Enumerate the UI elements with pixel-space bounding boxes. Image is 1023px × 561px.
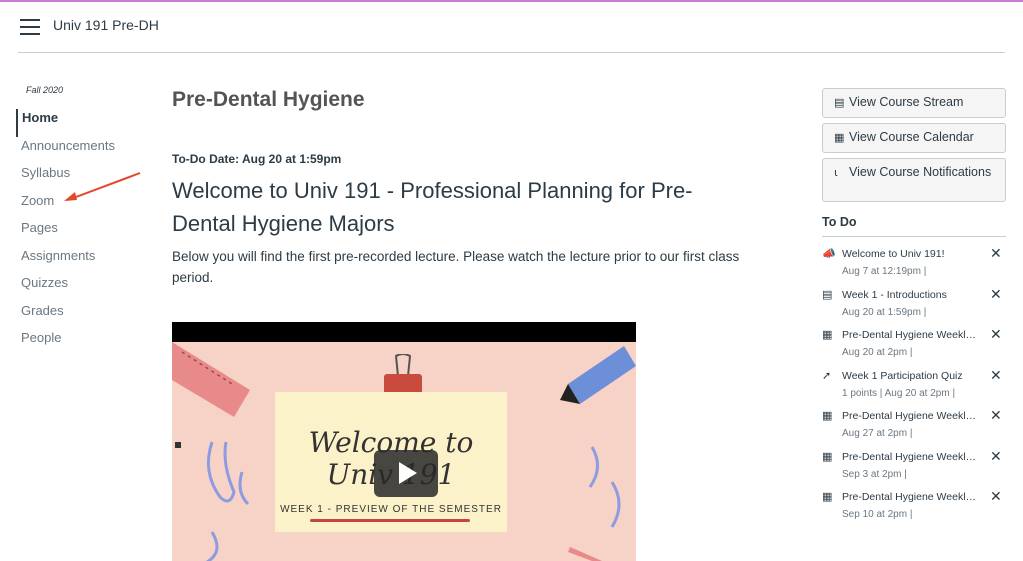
nav-item-announcements[interactable]: Announcements [16,137,146,165]
dismiss-icon[interactable]: ✕ [990,367,1002,384]
dismiss-icon[interactable]: ✕ [990,488,1002,505]
todo-title[interactable]: Pre-Dental Hygiene Weekly Reflection [842,410,979,422]
nav-item-people[interactable]: People [16,329,146,357]
dismiss-icon[interactable]: ✕ [990,448,1002,465]
dismiss-icon[interactable]: ✕ [990,407,1002,424]
nav-item-quizzes[interactable]: Quizzes [16,274,146,302]
calendar-icon: ▦ [834,132,845,144]
view-course-notifications-label: View Course Notifications [849,165,992,179]
dismiss-icon[interactable]: ✕ [990,245,1002,262]
view-course-calendar-label: View Course Calendar [849,130,974,144]
todo-meta: Aug 27 at 2pm | [842,428,913,439]
term-label: Fall 2020 [26,85,64,95]
video-topbar [172,322,636,342]
todo-title[interactable]: Welcome to Univ 191! [842,248,979,260]
quiz-icon: ➚ [822,369,832,382]
todo-meta: Sep 3 at 2pm | [842,468,907,480]
video-subtitle: WEEK 1 - PREVIEW OF THE SEMESTER [280,504,502,515]
announcement-icon: 📣 [822,248,836,260]
note-underline [310,519,470,522]
lecture-video[interactable]: Welcome to Univ 191 WEEK 1 - PREVIEW OF … [172,322,636,561]
todo-title[interactable]: Week 1 - Introductions [842,289,979,301]
todo-meta: Aug 20 at 2pm | [842,347,913,358]
course-navigation: Fall 2020 Home Announcements Syllabus Zo… [16,85,146,357]
right-sidebar: ▤ View Course Stream ▦ View Course Calenda… [822,88,1006,527]
page-icon: ▤ [822,288,833,301]
todo-meta: 1 points | Aug 20 at 2pm | [842,387,956,399]
annotation-arrow-icon [64,172,141,201]
view-course-calendar-button[interactable]: ▦ View Course Calendar [822,123,1006,153]
todo-item: ▦ Pre-Dental Hygiene Weekly Reflection S… [822,486,1006,527]
todo-title[interactable]: Pre-Dental Hygiene Weekly Reflection [842,329,979,341]
assignment-icon: ▦ [822,410,833,422]
todo-item: ▦ Pre-Dental Hygiene Weekly Reflection S… [822,446,1006,487]
view-course-stream-button[interactable]: ▤ View Course Stream [822,88,1006,118]
todo-meta: Sep 10 at 2pm | [842,509,913,520]
view-course-stream-label: View Course Stream [849,95,964,109]
todo-title[interactable]: Pre-Dental Hygiene Weekly Reflection [842,491,979,503]
todo-item: ▦ Pre-Dental Hygiene Weekly Reflection A… [822,405,1006,446]
nav-item-home[interactable]: Home [16,109,146,137]
todo-item: ▦ Pre-Dental Hygiene Weekly Reflection A… [822,324,1006,365]
todo-item: 📣 Welcome to Univ 191! Aug 7 at 12:19pm … [822,243,1006,284]
nav-item-assignments[interactable]: Assignments [16,247,146,275]
todo-meta: Aug 7 at 12:19pm | [842,266,927,277]
todo-date: To-Do Date: Aug 20 at 1:59pm [172,152,342,166]
course-header: Univ 191 Pre-DH [0,2,1023,52]
bell-icon: ⍳ [834,167,838,179]
todo-item: ➚ Week 1 Participation Quiz 1 points | A… [822,365,1006,406]
todo-meta: Aug 20 at 1:59pm | [842,306,927,318]
play-button-icon[interactable] [374,450,438,497]
nav-item-pages[interactable]: Pages [16,219,146,247]
nav-item-grades[interactable]: Grades [16,302,146,330]
header-divider [18,52,1005,53]
dismiss-icon[interactable]: ✕ [990,286,1002,303]
todo-title[interactable]: Week 1 Participation Quiz [842,370,979,382]
todo-item: ▤ Week 1 - Introductions Aug 20 at 1:59p… [822,284,1006,325]
dismiss-icon[interactable]: ✕ [990,326,1002,343]
assignment-icon: ▦ [822,450,833,463]
binder-clip-icon [384,354,422,394]
todo-heading: To Do [822,215,1006,237]
main-content: Pre-Dental Hygiene To-Do Date: Aug 20 at… [172,88,772,288]
welcome-heading: Welcome to Univ 191 - Professional Plann… [172,178,693,236]
hamburger-menu-icon[interactable] [20,19,40,35]
assignment-icon: ▦ [822,491,833,503]
course-title[interactable]: Univ 191 Pre-DH [53,17,159,33]
view-course-notifications-button[interactable]: ⍳ View Course Notifications [822,158,1006,202]
stream-icon: ▤ [834,97,845,109]
todo-title[interactable]: Pre-Dental Hygiene Weekly Reflection [842,451,979,463]
lecture-description: Below you will find the first pre-record… [172,249,740,285]
page-title: Pre-Dental Hygiene [172,88,365,111]
assignment-icon: ▦ [822,329,833,341]
